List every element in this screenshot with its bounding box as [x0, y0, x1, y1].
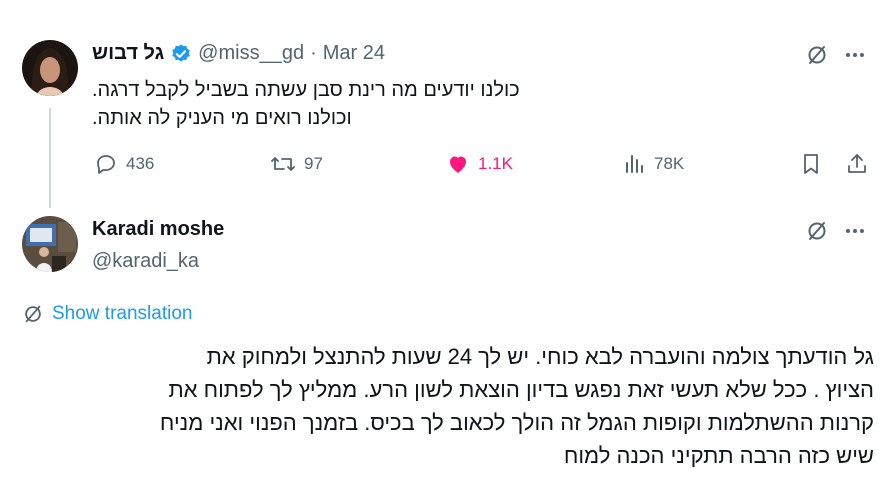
tweet-text: כולנו יודעים מה רינת סבן עשתה בשביל לקבל…: [92, 76, 872, 132]
grok-icon[interactable]: [805, 43, 829, 67]
share-button[interactable]: [845, 152, 869, 176]
views-icon: [626, 155, 643, 173]
tweet-line-2: וכולנו רואים מי העניק לה אותה.: [92, 107, 352, 129]
reply-button[interactable]: 436: [94, 152, 154, 176]
reply-icon: [97, 155, 115, 174]
repost-button[interactable]: 97: [270, 152, 323, 176]
reply-line-4: שיש כזה הרבה תתקיני הכנה למוח: [563, 443, 874, 468]
reply-more-options-icon[interactable]: [843, 219, 867, 243]
show-translation-label[interactable]: Show translation: [52, 303, 192, 325]
avatar-photo: [22, 40, 78, 96]
reply-line-3: קרנות ההשתלמות וקופות הגמל זה הולך לכאוב…: [159, 410, 874, 435]
reply-count: 436: [126, 154, 155, 173]
translate-icon: [25, 305, 41, 323]
repost-icon: [271, 157, 295, 171]
views-button[interactable]: 78K: [622, 152, 684, 176]
author-avatar[interactable]: [22, 40, 78, 96]
bookmark-icon: [804, 154, 818, 174]
reply-author-avatar[interactable]: [22, 216, 78, 272]
like-count: 1.1K: [478, 154, 513, 173]
share-icon: [848, 154, 866, 173]
bookmark-button[interactable]: [799, 152, 823, 176]
meta-separator: ·: [310, 42, 317, 64]
tweet-date[interactable]: Mar 24: [323, 42, 385, 65]
author-handle[interactable]: @miss__gd: [198, 42, 304, 65]
views-count: 78K: [654, 154, 685, 173]
more-options-icon[interactable]: [843, 43, 867, 67]
avatar-photo: [22, 216, 78, 272]
reply-author-name[interactable]: Karadi moshe: [92, 218, 224, 241]
tweet-header: גל דבוש @miss__gd · Mar 24: [92, 42, 385, 65]
repost-count: 97: [304, 154, 323, 173]
author-name[interactable]: גל דבוש: [92, 42, 164, 65]
heart-filled-icon: [450, 156, 466, 173]
reply-author-handle[interactable]: @karadi_ka: [92, 250, 199, 273]
thread-connector: [49, 108, 51, 208]
show-translation-link[interactable]: Show translation: [22, 303, 192, 325]
reply-line-1: גל הודעתך צולמה והועברה לבא כוחי. יש לך …: [206, 344, 874, 369]
tweet-line-1: כולנו יודעים מה רינת סבן עשתה בשביל לקבל…: [92, 79, 520, 101]
reply-text: גל הודעתך צולמה והועברה לבא כוחי. יש לך …: [22, 340, 874, 472]
reply-line-2: הציוץ . ככל שלא תעשי זאת נפגש בדיון הוצא…: [168, 377, 874, 402]
verified-badge-icon: [170, 43, 192, 65]
reply-grok-icon[interactable]: [805, 219, 829, 243]
like-button[interactable]: 1.1K: [446, 152, 513, 176]
